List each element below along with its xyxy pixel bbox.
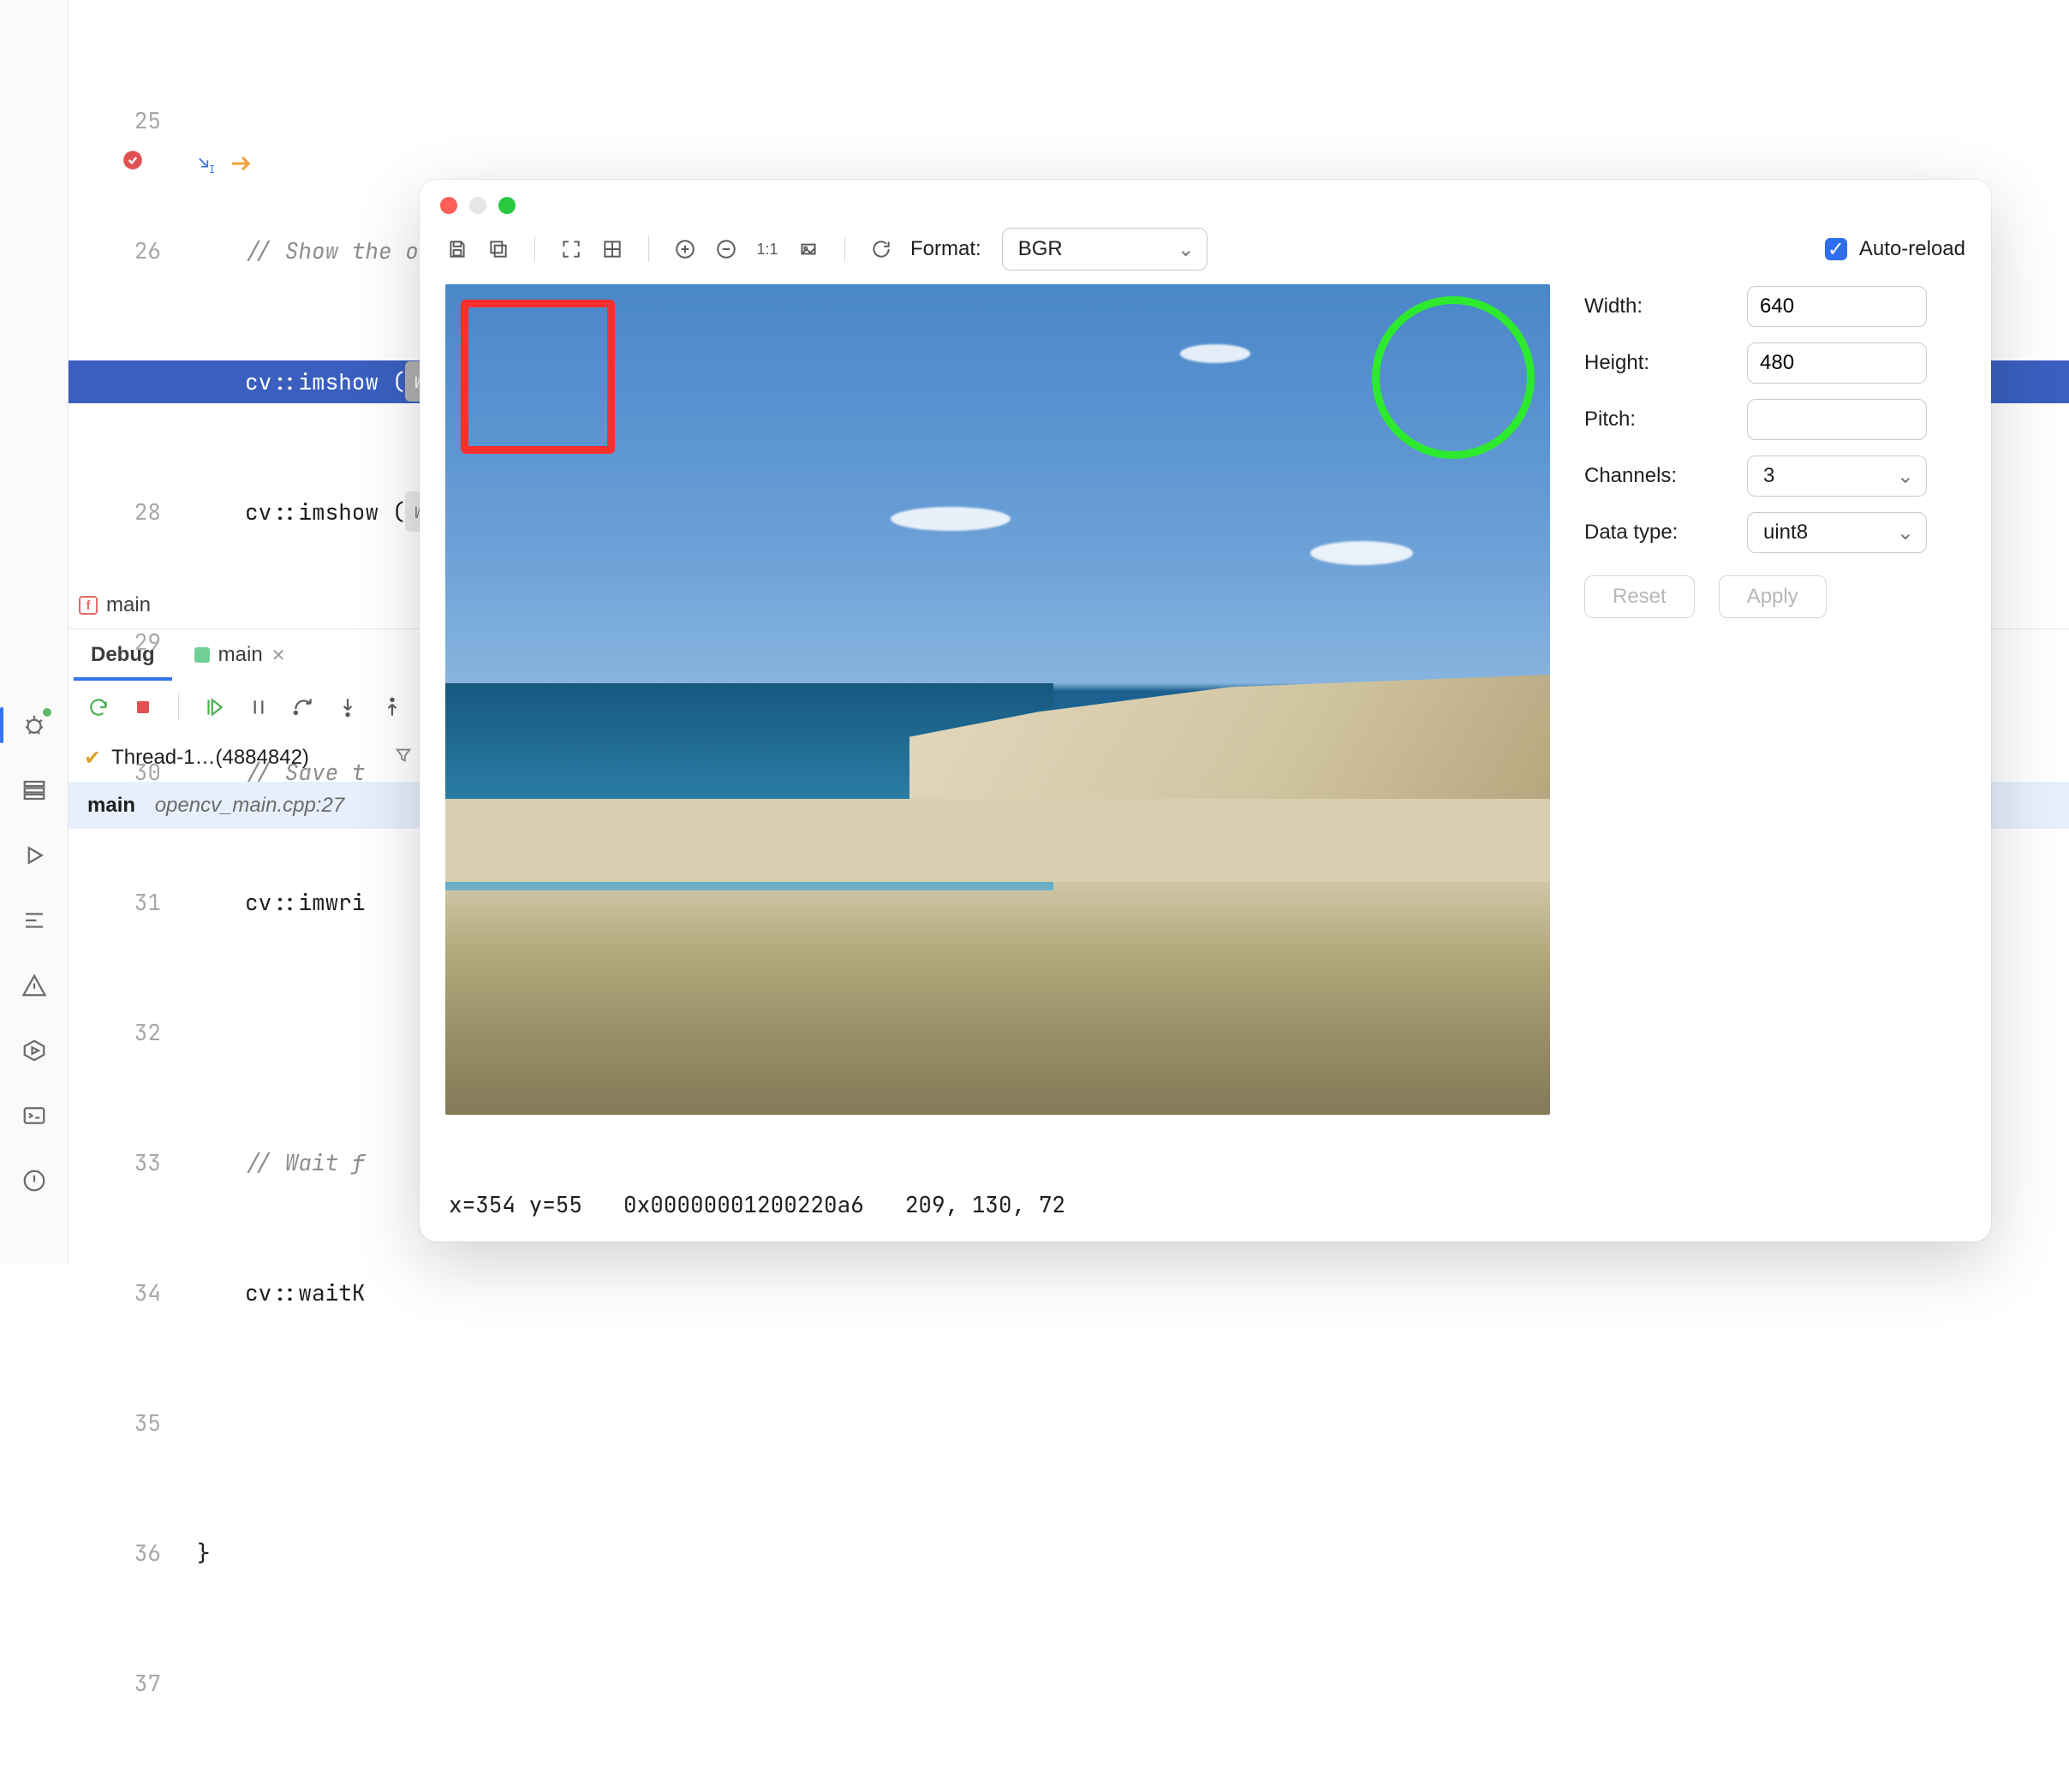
tab-label: Debug [91, 643, 155, 667]
tab-debug[interactable]: Debug [74, 634, 172, 681]
checkbox-checked-icon: ✓ [1825, 238, 1847, 260]
viewer-toolbar: 1:1 Format: BGR ⌄ ✓ Auto-reload [420, 223, 1991, 284]
select-value: BGR [1018, 237, 1063, 261]
code-token: cv::imshow ( [245, 491, 405, 534]
warning-icon[interactable] [20, 971, 49, 1000]
window-close-icon[interactable] [440, 197, 457, 214]
pitch-label: Pitch: [1584, 408, 1636, 432]
execution-arrow-icon [176, 101, 255, 231]
chevron-down-icon: ⌄ [1897, 464, 1914, 489]
stop-icon[interactable] [130, 694, 156, 720]
window-minimize-icon[interactable] [469, 197, 486, 214]
height-field[interactable] [1747, 342, 1927, 384]
problems-icon[interactable] [20, 1166, 49, 1195]
cursor-xy: x=354 y=55 [449, 1189, 582, 1219]
apply-button[interactable]: Apply [1719, 575, 1827, 618]
rerun-icon[interactable] [86, 694, 111, 720]
green-circle-overlay [1372, 296, 1535, 459]
terminal-icon[interactable] [20, 1101, 49, 1130]
resume-icon[interactable] [201, 694, 227, 720]
auto-reload-toggle[interactable]: ✓ Auto-reload [1825, 237, 1965, 261]
chevron-down-icon: ⌄ [1178, 237, 1195, 262]
close-icon[interactable]: ✕ [271, 645, 286, 666]
pause-icon[interactable] [246, 694, 271, 720]
image-properties-form: Width: Height: Pitch: Channels: 3 ⌄ Data… [1584, 284, 1927, 1170]
code-brace: } [197, 1532, 211, 1575]
channels-select[interactable]: 3 ⌄ [1747, 455, 1927, 497]
step-into-icon[interactable] [335, 694, 361, 720]
pitch-field[interactable] [1747, 399, 1927, 440]
line-number: 28 [69, 491, 161, 534]
chevron-down-icon: ⌄ [1897, 521, 1914, 545]
function-icon: f [79, 596, 98, 615]
viewer-statusbar: x=354 y=55 0x00000001200220a6 209, 130, … [420, 1170, 1991, 1241]
code-token: cv::imshow ( [245, 360, 405, 404]
copy-icon[interactable] [486, 237, 510, 261]
auto-reload-label: Auto-reload [1859, 237, 1965, 261]
breadcrumb-label: main [106, 593, 151, 617]
image-viewer-window: 1:1 Format: BGR ⌄ ✓ Auto-reload Width: [420, 180, 1991, 1241]
thread-label: Thread-1…(4884842) [111, 746, 309, 770]
rendered-image [445, 284, 1550, 1115]
height-label: Height: [1584, 351, 1649, 375]
tab-label: main [218, 643, 263, 667]
breadcrumb[interactable]: f main [69, 582, 151, 628]
window-zoom-icon[interactable] [498, 197, 516, 214]
breakpoint-icon[interactable] [69, 98, 120, 229]
crop-icon[interactable] [796, 237, 820, 261]
step-over-icon[interactable] [290, 694, 316, 720]
image-canvas[interactable] [445, 284, 1550, 1115]
line-gutter: 25 26 27 28 29 30 31 32 33 34 35 36 37 [69, 0, 176, 572]
datatype-select[interactable]: uint8 ⌄ [1747, 512, 1927, 553]
line-number: 36 [69, 1532, 161, 1575]
run-config-icon [194, 647, 210, 663]
step-out-icon[interactable] [379, 694, 405, 720]
pixel-address: 0x00000001200220a6 [623, 1189, 864, 1219]
tab-main[interactable]: main ✕ [177, 634, 303, 681]
caret-indicator-icon: ↘I [199, 146, 215, 180]
window-controls [420, 180, 1991, 223]
pixel-rgb: 209, 130, 72 [905, 1189, 1065, 1219]
grid-icon[interactable] [600, 237, 624, 261]
button-label: Apply [1747, 585, 1798, 609]
width-field[interactable] [1747, 286, 1927, 327]
zoom-out-icon[interactable] [714, 237, 738, 261]
line-number: 26 [69, 229, 161, 273]
hex-play-icon[interactable] [20, 1036, 49, 1065]
run-icon[interactable] [20, 841, 49, 870]
reset-button[interactable]: Reset [1584, 575, 1695, 618]
width-label: Width: [1584, 295, 1643, 319]
select-value: 3 [1763, 464, 1774, 488]
filter-icon[interactable] [394, 746, 413, 771]
thread-row[interactable]: ✔ Thread-1…(4884842) [69, 734, 428, 782]
datatype-label: Data type: [1584, 521, 1678, 545]
lines-icon[interactable] [20, 906, 49, 935]
red-rectangle-overlay [461, 300, 615, 454]
format-label: Format: [910, 237, 981, 261]
structure-icon[interactable] [20, 776, 49, 805]
button-label: Reset [1613, 585, 1667, 609]
fit-icon[interactable] [559, 237, 583, 261]
frame-function: main [87, 794, 135, 818]
debug-tool-icon[interactable] [20, 711, 49, 740]
code-token: cv::waitK [245, 1271, 365, 1315]
channels-label: Channels: [1584, 464, 1677, 488]
line-number: 37 [69, 1662, 161, 1706]
check-icon: ✔ [84, 746, 101, 771]
one-to-one-label: 1:1 [756, 241, 778, 259]
actual-size-icon[interactable]: 1:1 [755, 237, 779, 261]
line-number: 35 [69, 1402, 161, 1445]
format-select[interactable]: BGR ⌄ [1002, 228, 1207, 271]
frame-location: opencv_main.cpp:27 [155, 794, 344, 818]
refresh-icon[interactable] [869, 237, 893, 261]
left-tool-strip [0, 0, 69, 1264]
select-value: uint8 [1763, 521, 1808, 545]
zoom-in-icon[interactable] [673, 237, 697, 261]
save-icon[interactable] [445, 237, 469, 261]
line-number: 34 [69, 1271, 161, 1315]
